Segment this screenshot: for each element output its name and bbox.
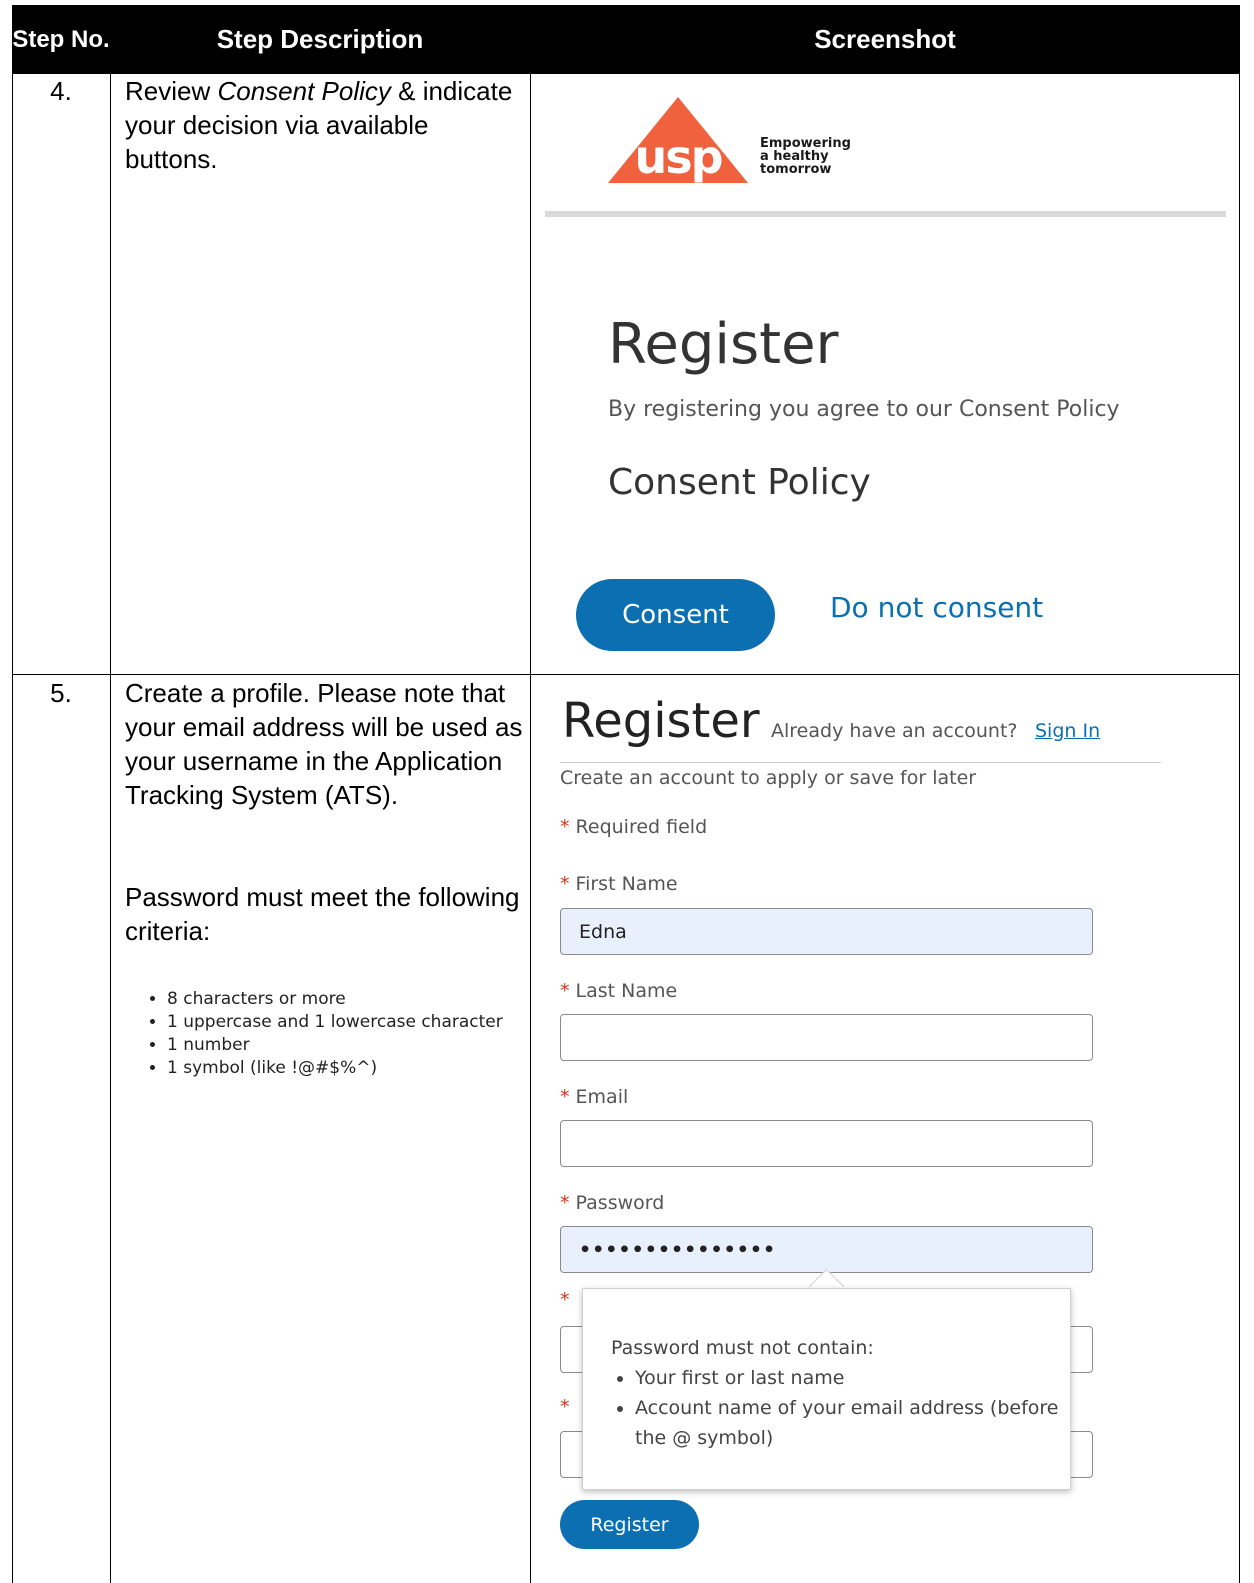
first-name-label: * First Name [560, 873, 678, 895]
consent-policy-heading: Consent Policy [608, 462, 871, 503]
header-step-no: Step No. [12, 25, 110, 53]
step-number-4: 4. [50, 76, 72, 106]
extra-field-label: * [560, 1396, 570, 1418]
email-label: * Email [560, 1086, 629, 1108]
logo-tagline: Empowering a healthy tomorrow [760, 136, 851, 177]
confirm-password-label: * [560, 1289, 570, 1311]
do-not-consent-link[interactable]: Do not consent [830, 591, 1043, 624]
list-item: 8 characters or more [167, 988, 503, 1011]
usp-logo: usp [608, 97, 748, 183]
table-border-col2 [530, 74, 531, 1583]
last-name-label: * Last Name [560, 980, 678, 1002]
password-criteria-intro: Password must meet the following criteri… [125, 882, 520, 946]
first-name-field[interactable]: Edna [560, 908, 1093, 955]
svg-text:usp: usp [634, 130, 721, 183]
list-item: 1 uppercase and 1 lowercase character [167, 1011, 503, 1034]
tooltip-title: Password must not contain: [611, 1337, 874, 1359]
table-border-right [1239, 74, 1240, 1583]
password-criteria-list: 8 characters or more 1 uppercase and 1 l… [145, 988, 503, 1080]
header-step-description: Step Description [216, 24, 424, 54]
consent-button[interactable]: Consent [576, 579, 775, 651]
list-item: 1 symbol (like !@#$%^) [167, 1057, 503, 1080]
table-border-left [12, 74, 13, 1583]
sign-in-link[interactable]: Sign In [1035, 720, 1100, 742]
table-row-divider [12, 674, 1240, 675]
password-tooltip: Password must not contain: Your first or… [582, 1288, 1071, 1490]
step-4-description: Review Consent Policy & indicate your de… [125, 76, 513, 174]
step-number-5: 5. [50, 678, 72, 708]
required-field-note: * Required field [560, 816, 708, 838]
create-account-text: Create an account to apply or save for l… [560, 767, 977, 789]
register-form-title: Register [562, 693, 760, 749]
table-border-col1 [110, 74, 111, 1583]
last-name-field[interactable] [560, 1014, 1093, 1061]
header-screenshot: Screenshot [814, 24, 956, 54]
password-field[interactable]: ••••••••••••••• [560, 1226, 1093, 1273]
form-divider [560, 762, 1161, 763]
consent-subtitle: By registering you agree to our Consent … [608, 397, 1120, 422]
already-have-account-text: Already have an account? [771, 720, 1018, 742]
register-heading: Register [608, 312, 839, 377]
password-label: * Password [560, 1192, 665, 1214]
list-item: Account name of your email address (befo… [635, 1393, 1070, 1453]
email-field[interactable] [560, 1120, 1093, 1167]
list-item: 1 number [167, 1034, 503, 1057]
list-item: Your first or last name [635, 1363, 1070, 1393]
header-divider [545, 211, 1226, 217]
step-5-description: Create a profile. Please note that your … [125, 678, 523, 810]
register-button[interactable]: Register [560, 1500, 699, 1549]
